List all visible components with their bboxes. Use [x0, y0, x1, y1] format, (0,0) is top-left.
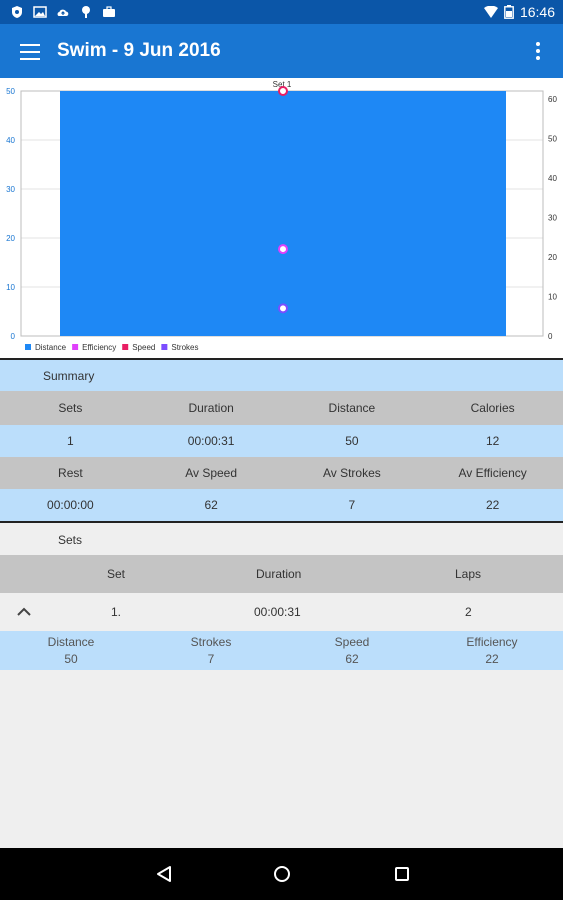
- right-tick-label: 0: [548, 332, 553, 341]
- detail-value: 22: [485, 652, 499, 666]
- chevron-up-icon[interactable]: [17, 607, 31, 617]
- set-laps: 2: [465, 605, 472, 619]
- set-duration: 00:00:31: [254, 605, 301, 619]
- status-bar: 16:46: [0, 0, 563, 24]
- summary-heading: Sets: [58, 401, 83, 415]
- detail-value: 62: [345, 652, 359, 666]
- summary-value-row-1: 1 00:00:31 50 12: [0, 425, 563, 457]
- legend-swatch-distance: [25, 344, 31, 350]
- summary-value: 7: [348, 498, 356, 512]
- right-tick-label: 50: [548, 134, 557, 143]
- left-tick-label: 50: [6, 87, 15, 96]
- detail-strokes: Strokes 7: [141, 634, 281, 668]
- column-duration: Duration: [256, 567, 302, 581]
- left-tick-label: 30: [6, 185, 15, 194]
- summary-value: 12: [485, 434, 500, 448]
- right-tick-label: 30: [548, 213, 557, 222]
- sets-column-headers: Set Duration Laps: [0, 555, 563, 593]
- set-details: Distance 50 Strokes 7 Speed 62 Efficienc…: [0, 631, 563, 670]
- column-laps: Laps: [455, 567, 482, 581]
- summary-heading: Rest: [58, 466, 83, 480]
- legend-label-distance: Distance: [35, 343, 67, 352]
- summary-header-row-2: Rest Av Speed Av Strokes Av Efficiency: [0, 457, 563, 489]
- detail-label: Efficiency: [466, 635, 518, 649]
- navigation-bar: [0, 848, 563, 900]
- detail-efficiency: Efficiency 22: [422, 634, 562, 668]
- bar-distance: [60, 91, 506, 336]
- detail-value: 7: [207, 652, 215, 666]
- summary-heading: Av Speed: [185, 466, 238, 480]
- app-bar: Swim - 9 Jun 2016: [0, 24, 563, 78]
- home-icon[interactable]: [272, 864, 292, 884]
- legend-label-speed: Speed: [132, 343, 155, 352]
- set-number: 1.: [111, 605, 122, 619]
- summary-heading: Distance: [328, 401, 376, 415]
- point-speed: [278, 86, 288, 96]
- chart-area: Set 1 0 10 20 30 40 50 0 10 20 30 40 50 60 Distance Eff…: [0, 78, 563, 358]
- summary-label: Summary: [43, 369, 95, 383]
- detail-label: Distance: [47, 635, 95, 649]
- set-row[interactable]: 1. 00:00:31 2: [0, 593, 563, 631]
- sets-label: Sets: [58, 533, 83, 547]
- summary-value: 1: [67, 434, 74, 448]
- detail-distance: Distance 50: [1, 634, 141, 668]
- summary-heading: Av Efficiency: [458, 466, 527, 480]
- summary-heading: Duration: [188, 401, 234, 415]
- right-tick-label: 60: [548, 95, 557, 104]
- sets-header: Sets: [0, 523, 563, 555]
- detail-label: Strokes: [190, 635, 232, 649]
- back-icon[interactable]: [154, 864, 174, 884]
- right-tick-label: 40: [548, 174, 557, 183]
- clock: 16:46: [519, 4, 555, 20]
- menu-icon[interactable]: [20, 44, 40, 60]
- summary-value: 00:00:31: [187, 434, 235, 448]
- page-title: Swim - 9 Jun 2016: [57, 40, 221, 61]
- cloud-upload-icon: [57, 9, 69, 16]
- summary-heading: Calories: [470, 401, 515, 415]
- legend-swatch-speed: [122, 344, 129, 350]
- point-efficiency: [278, 244, 288, 255]
- summary-heading: Av Strokes: [322, 466, 381, 480]
- image-icon: [33, 6, 47, 18]
- overflow-menu-icon[interactable]: [535, 42, 541, 60]
- left-tick-label: 10: [6, 283, 15, 292]
- left-tick-label: 40: [6, 136, 15, 145]
- briefcase-icon: [103, 6, 115, 17]
- summary-value: 62: [204, 498, 218, 512]
- location-icon: [82, 6, 90, 18]
- detail-label: Speed: [334, 635, 370, 649]
- recents-icon[interactable]: [392, 864, 412, 884]
- shield-icon: [12, 6, 22, 18]
- chart: Set 1010203040500102030405060Distance Eff…: [6, 80, 557, 352]
- detail-speed: Speed 62: [282, 634, 422, 668]
- summary-header-row-1: Sets Duration Distance Calories: [0, 391, 563, 425]
- summary-value: 50: [345, 434, 359, 448]
- legend-label-strokes: Strokes: [171, 343, 198, 352]
- battery-icon: [504, 5, 514, 19]
- summary-value: 22: [485, 498, 500, 512]
- summary-header: Summary: [0, 360, 563, 391]
- legend-label-efficiency: Efficiency: [82, 343, 116, 352]
- legend-swatch-efficiency: [72, 344, 79, 350]
- point-strokes: [278, 303, 288, 314]
- summary-value: 00:00:00: [47, 498, 94, 512]
- column-set: Set: [107, 567, 126, 581]
- right-tick-label: 10: [548, 292, 557, 301]
- legend-swatch-strokes: [161, 344, 168, 350]
- detail-value: 50: [64, 652, 78, 666]
- summary-value-row-2: 00:00:00 62 7 22: [0, 489, 563, 521]
- left-tick-label: 20: [6, 234, 15, 243]
- wifi-icon: [483, 6, 498, 18]
- right-tick-label: 20: [548, 253, 557, 262]
- left-tick-label: 0: [11, 332, 16, 341]
